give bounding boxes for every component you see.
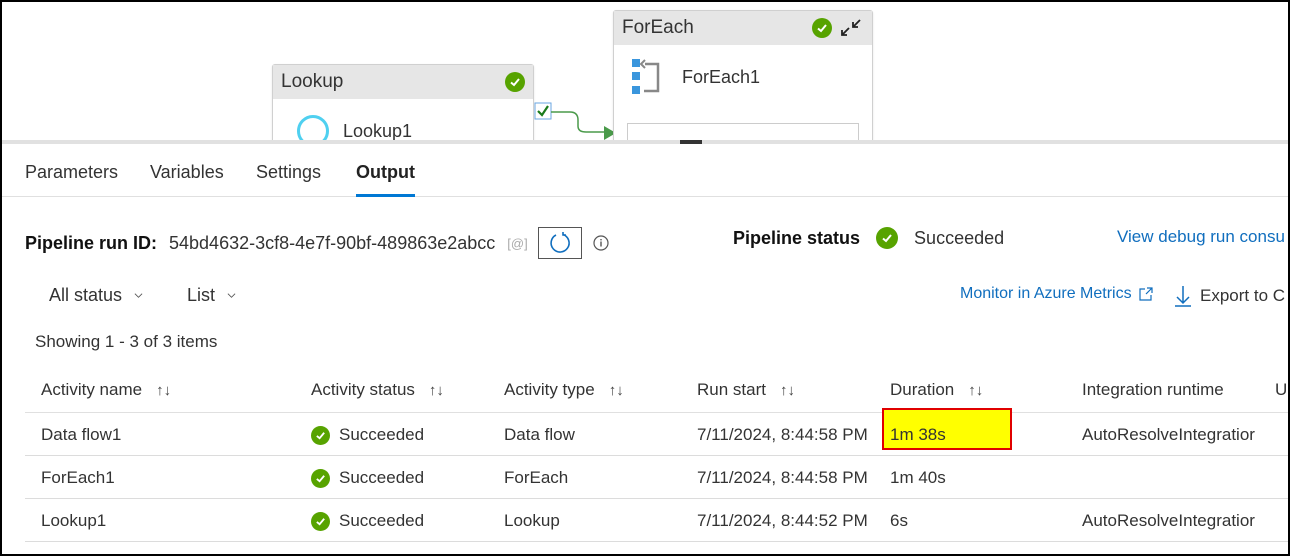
monitor-azure-metrics-link[interactable]: Monitor in Azure Metrics <box>960 285 1154 303</box>
bottom-panel-tabs: Parameters Variables Settings Output <box>2 144 1288 197</box>
cell-activity-name[interactable]: Lookup1 <box>41 511 106 531</box>
success-check-icon <box>311 468 330 488</box>
view-mode-dropdown[interactable]: List <box>187 285 236 306</box>
sort-icon[interactable]: ↑↓ <box>609 382 624 399</box>
success-connector <box>534 102 616 140</box>
status-filter-value: All status <box>49 285 123 305</box>
cell-activity-status: Succeeded <box>311 511 424 531</box>
pipeline-debug-window: Lookup Lookup1 ForEach ForEach1 Paramete… <box>2 2 1288 554</box>
cell-duration: 1m 40s <box>890 468 946 487</box>
column-header-activity-status[interactable]: Activity status ↑↓ <box>311 380 444 400</box>
column-header-activity-name[interactable]: Activity name ↑↓ <box>41 380 171 400</box>
download-icon <box>1175 286 1191 307</box>
run-id-value: 54bd4632-3cf8-4e7f-90bf-489863e2abcc <box>169 232 496 253</box>
cell-run-start: 7/11/2024, 8:44:58 PM <box>697 425 868 444</box>
cell-run-start: 7/11/2024, 8:44:58 PM <box>697 468 868 487</box>
foreach-activity-node[interactable]: ForEach ForEach1 <box>613 10 873 140</box>
table-header-row: Activity name ↑↓ Activity status ↑↓ Activi… <box>25 368 1288 413</box>
success-check-icon <box>876 227 899 249</box>
cell-duration: 6s <box>890 511 908 530</box>
sort-icon[interactable]: ↑↓ <box>156 382 171 399</box>
sort-icon[interactable]: ↑↓ <box>780 382 795 399</box>
foreach-inner-canvas[interactable] <box>627 123 859 140</box>
copy-id-icon[interactable]: [@] <box>507 236 527 251</box>
cell-activity-type: Lookup <box>504 511 560 530</box>
refresh-icon <box>550 232 570 253</box>
sort-icon[interactable]: ↑↓ <box>968 382 983 399</box>
cell-duration: 1m 38s <box>890 425 946 444</box>
collapse-icon[interactable] <box>838 17 864 39</box>
lookup-node-title: Lookup <box>281 71 344 92</box>
table-row[interactable]: ForEach1 Succeeded ForEach 7/11/2024, 8:… <box>25 456 1288 499</box>
cell-activity-type: ForEach <box>504 468 569 487</box>
success-check-icon <box>505 72 525 92</box>
view-debug-run-consumption-link[interactable]: View debug run consu <box>1117 227 1285 247</box>
cell-integration-runtime: AutoResolveIntegratior <box>1082 425 1255 444</box>
cell-activity-type: Data flow <box>504 425 575 444</box>
external-link-icon <box>1139 287 1153 301</box>
foreach-icon <box>632 59 660 94</box>
info-icon[interactable] <box>592 234 610 252</box>
foreach-node-title: ForEach <box>622 17 694 38</box>
table-row[interactable]: Data flow1 Succeeded Data flow 7/11/2024… <box>25 408 1288 456</box>
run-id-label: Pipeline run ID: <box>25 232 158 253</box>
export-to-csv-button[interactable]: Export to C <box>1174 285 1285 307</box>
tab-output[interactable]: Output <box>356 162 415 197</box>
pipeline-run-id-row: Pipeline run ID: 54bd4632-3cf8-4e7f-90bf… <box>25 227 610 259</box>
success-output-handle[interactable] <box>534 102 552 120</box>
activity-runs-table: Activity name ↑↓ Activity status ↑↓ Activi… <box>25 368 1288 542</box>
status-filter-dropdown[interactable]: All status <box>49 285 143 306</box>
pipeline-canvas[interactable]: Lookup Lookup1 ForEach ForEach1 <box>2 2 1288 140</box>
refresh-button[interactable] <box>537 227 582 259</box>
view-mode-value: List <box>187 285 216 305</box>
success-check-icon <box>311 425 330 445</box>
foreach-node-activity-name: ForEach1 <box>682 66 761 87</box>
chevron-down-icon <box>134 293 143 298</box>
column-header-run-start[interactable]: Run start ↑↓ <box>697 380 795 400</box>
column-header-truncated[interactable]: U <box>1275 380 1287 400</box>
pipeline-status-row: Pipeline status Succeeded <box>733 227 1004 249</box>
tab-settings[interactable]: Settings <box>256 162 321 183</box>
connector-line <box>551 111 606 133</box>
lookup-node-header: Lookup <box>273 65 533 99</box>
cell-run-start: 7/11/2024, 8:44:52 PM <box>697 511 868 530</box>
cell-integration-runtime: AutoResolveIntegratior <box>1082 511 1255 530</box>
success-check-icon <box>311 511 330 531</box>
column-header-integration-runtime[interactable]: Integration runtime <box>1082 380 1224 400</box>
sort-icon[interactable]: ↑↓ <box>429 382 444 399</box>
cell-activity-name[interactable]: Data flow1 <box>41 425 121 445</box>
foreach-node-header: ForEach <box>614 11 872 45</box>
cell-activity-status: Succeeded <box>311 468 424 488</box>
cell-activity-name[interactable]: ForEach1 <box>41 468 115 488</box>
item-count-text: Showing 1 - 3 of 3 items <box>35 332 218 351</box>
pipeline-status-value: Succeeded <box>914 227 1005 248</box>
tab-parameters[interactable]: Parameters <box>25 162 118 183</box>
pipeline-status-label: Pipeline status <box>733 227 861 248</box>
table-row[interactable]: Lookup1 Succeeded Lookup 7/11/2024, 8:44… <box>25 499 1288 542</box>
lookup-icon <box>297 115 329 140</box>
column-header-duration[interactable]: Duration ↑↓ <box>890 380 983 400</box>
lookup-activity-node[interactable]: Lookup Lookup1 <box>272 64 534 140</box>
tab-variables[interactable]: Variables <box>150 162 224 183</box>
lookup-node-activity-name: Lookup1 <box>343 120 413 141</box>
success-check-icon <box>812 18 832 38</box>
chevron-down-icon <box>227 293 236 298</box>
column-header-activity-type[interactable]: Activity type ↑↓ <box>504 380 624 400</box>
cell-activity-status: Succeeded <box>311 425 424 445</box>
